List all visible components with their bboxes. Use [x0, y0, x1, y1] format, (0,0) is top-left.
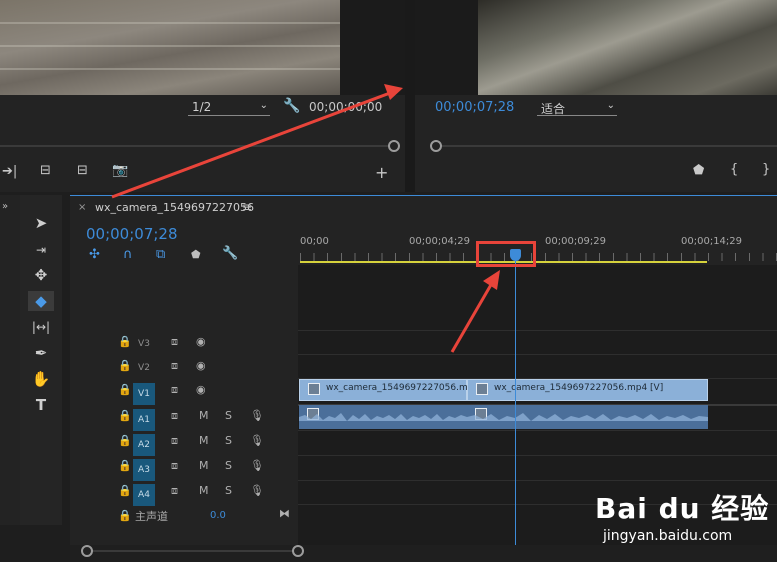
baidu-watermark: Bai du 经验 jingyan.baidu.com — [593, 473, 773, 553]
watermark-url: jingyan.baidu.com — [603, 528, 733, 544]
watermark-brand: Bai du 经验 — [595, 492, 770, 525]
